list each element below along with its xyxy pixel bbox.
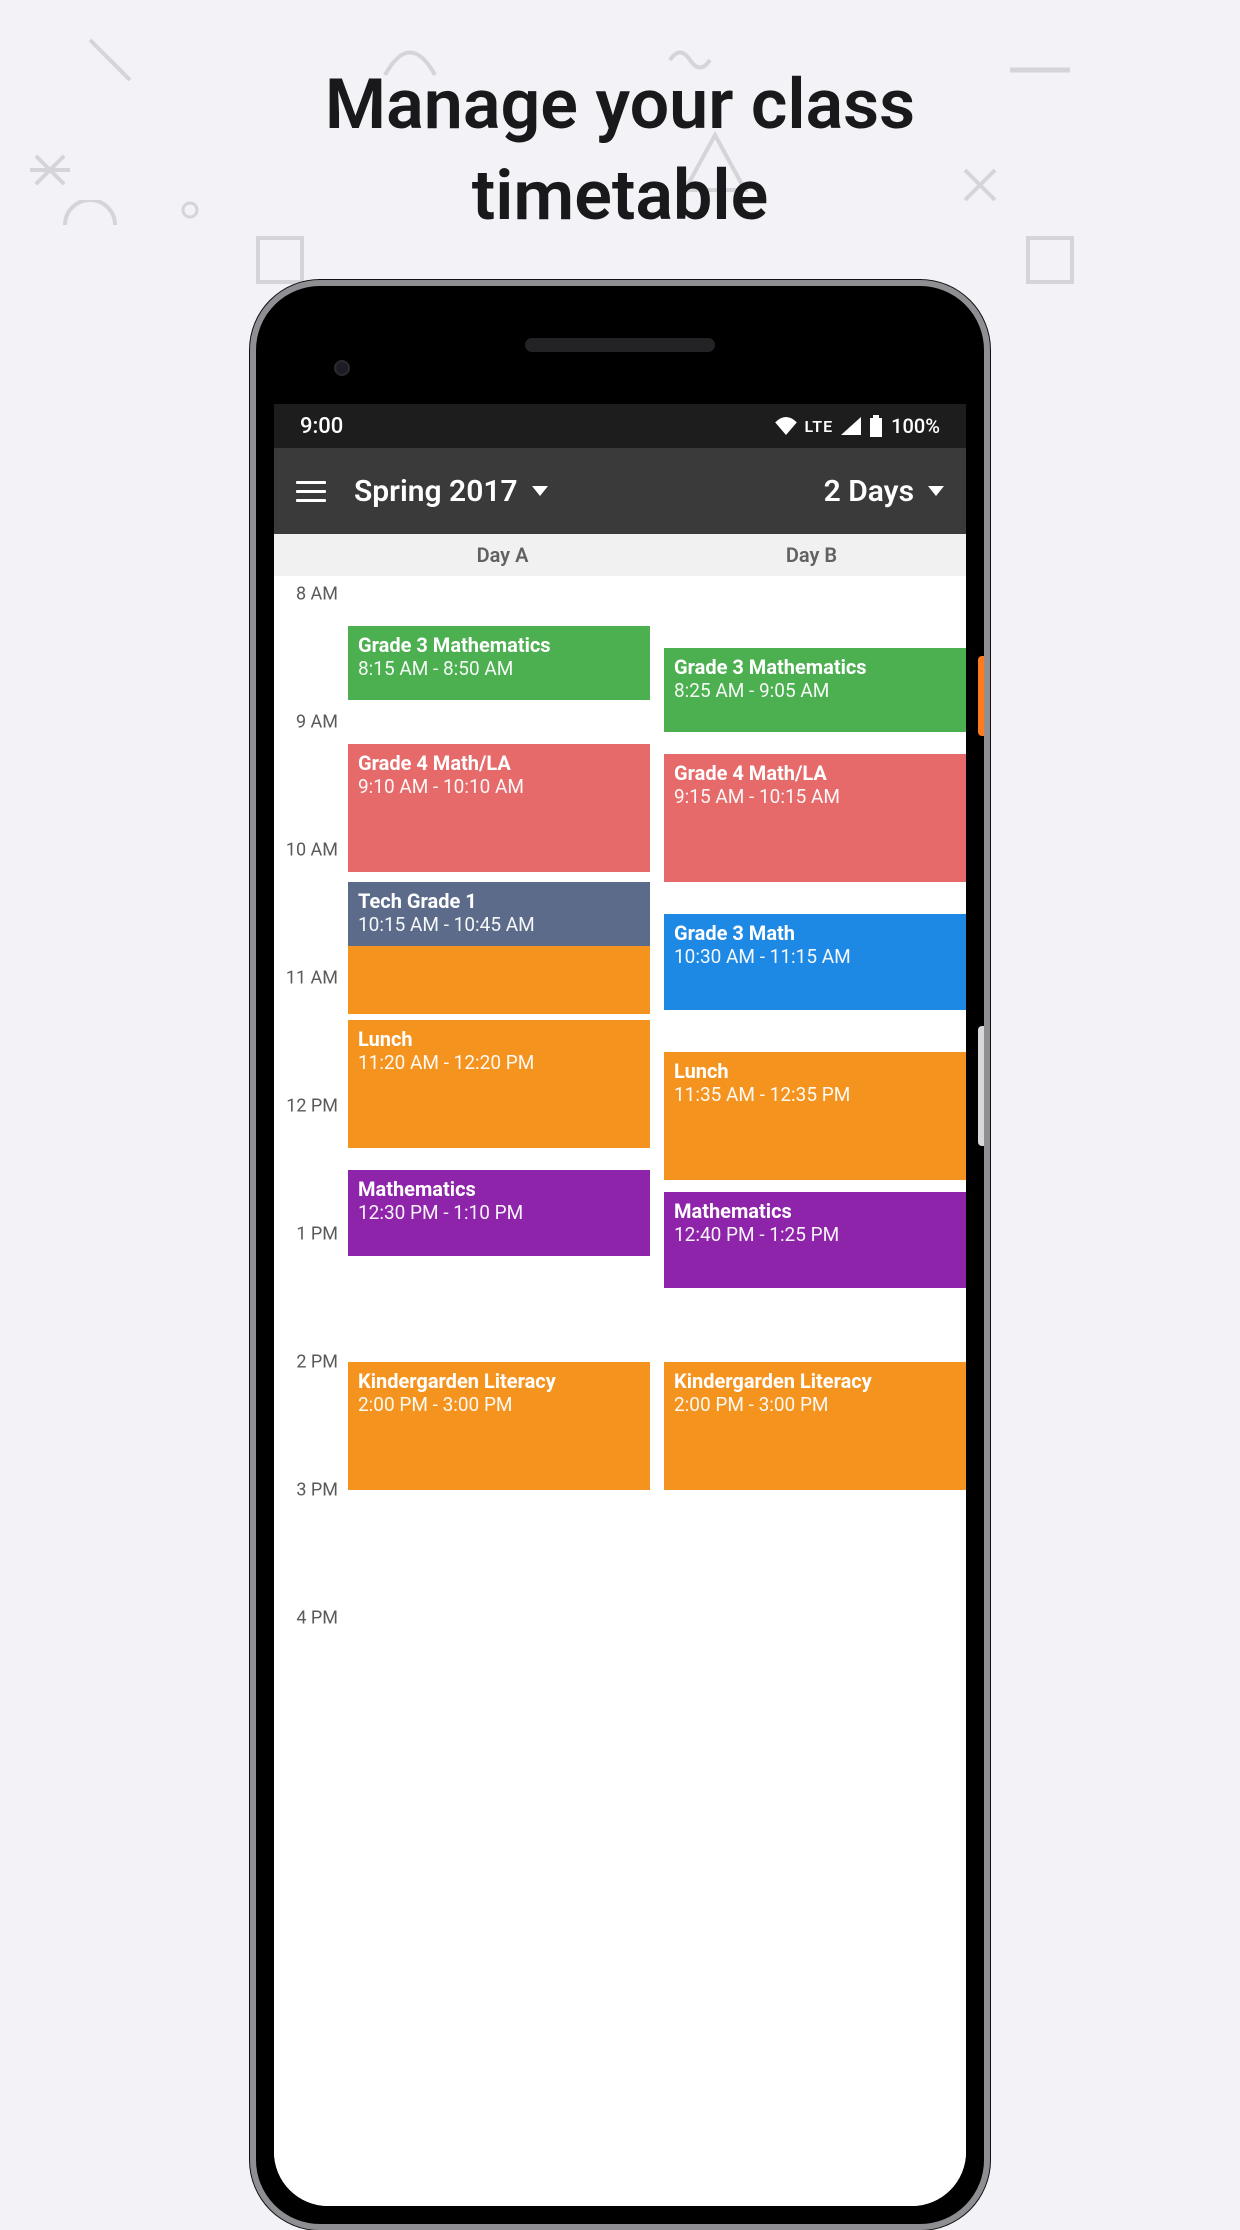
event-time: 9:10 AM - 10:10 AM bbox=[358, 775, 640, 800]
phone-volume-button bbox=[978, 1026, 988, 1146]
app-bar: Spring 2017 2 Days bbox=[274, 448, 966, 534]
event-block[interactable]: Grade 4 Math/LA9:10 AM - 10:10 AM bbox=[348, 744, 650, 872]
event-time: 11:35 AM - 12:35 PM bbox=[674, 1083, 956, 1108]
hour-label: 8 AM bbox=[296, 584, 338, 605]
event-time: 2:00 PM - 3:00 PM bbox=[358, 1393, 640, 1418]
headline-line2: timetable bbox=[0, 151, 1240, 242]
phone-speaker bbox=[525, 338, 715, 352]
phone-camera bbox=[334, 360, 350, 376]
event-block[interactable]: Grade 4 Math/LA9:15 AM - 10:15 AM bbox=[664, 754, 966, 882]
headline: Manage your class timetable bbox=[0, 0, 1240, 242]
event-title: Grade 4 Math/LA bbox=[674, 762, 956, 785]
hour-label: 2 PM bbox=[296, 1352, 338, 1373]
hour-label: 11 AM bbox=[286, 968, 338, 989]
event-time: 11:20 AM - 12:20 PM bbox=[358, 1051, 640, 1076]
event-title: Lunch bbox=[674, 1060, 956, 1083]
chevron-down-icon bbox=[532, 486, 548, 496]
event-time: 10:15 AM - 10:45 AM bbox=[358, 913, 640, 938]
event-title: Kindergarden Literacy bbox=[358, 1370, 640, 1393]
event-title: Grade 3 Mathematics bbox=[358, 634, 640, 657]
battery-icon bbox=[869, 415, 883, 437]
event-block[interactable]: Mathematics12:40 PM - 1:25 PM bbox=[664, 1192, 966, 1288]
event-block[interactable]: Grade 3 Mathematics8:15 AM - 8:50 AM bbox=[348, 626, 650, 700]
event-title: Grade 3 Math bbox=[674, 922, 956, 945]
event-title: Lunch bbox=[358, 1028, 640, 1051]
event-block[interactable]: Grade 3 Math10:30 AM - 11:15 AM bbox=[664, 914, 966, 1010]
hour-label: 12 PM bbox=[286, 1096, 338, 1117]
status-icons: LTE 100% bbox=[775, 414, 940, 438]
headline-line1: Manage your class bbox=[0, 60, 1240, 151]
term-label: Spring 2017 bbox=[354, 474, 518, 509]
view-label: 2 Days bbox=[824, 474, 914, 509]
event-time: 8:25 AM - 9:05 AM bbox=[674, 679, 956, 704]
event-time: 10:30 AM - 11:15 AM bbox=[674, 945, 956, 970]
signal-icon bbox=[841, 417, 861, 435]
event-title: Mathematics bbox=[674, 1200, 956, 1223]
menu-icon[interactable] bbox=[296, 481, 326, 502]
hour-label: 10 AM bbox=[286, 840, 338, 861]
event-block[interactable]: Grade 3 Mathematics8:25 AM - 9:05 AM bbox=[664, 648, 966, 732]
screen: 9:00 LTE 100% Spring 2017 bbox=[274, 404, 966, 2206]
event-time: 12:40 PM - 1:25 PM bbox=[674, 1223, 956, 1248]
event-time: 2:00 PM - 3:00 PM bbox=[674, 1393, 956, 1418]
timetable-grid[interactable]: 8 AM9 AM10 AM11 AM12 PM1 PM2 PM3 PM4 PM … bbox=[274, 576, 966, 2206]
event-block[interactable]: Lunch11:35 AM - 12:35 PM bbox=[664, 1052, 966, 1180]
view-dropdown[interactable]: 2 Days bbox=[824, 474, 944, 509]
term-dropdown[interactable]: Spring 2017 bbox=[354, 474, 548, 509]
phone-frame: 9:00 LTE 100% Spring 2017 bbox=[250, 280, 990, 2230]
event-block[interactable]: Kindergarden Literacy2:00 PM - 3:00 PM bbox=[664, 1362, 966, 1490]
day-b-column[interactable]: Grade 3 Mathematics8:25 AM - 9:05 AMGrad… bbox=[664, 576, 966, 2206]
event-title: Tech Grade 1 bbox=[358, 890, 640, 913]
event-title: Grade 4 Math/LA bbox=[358, 752, 640, 775]
battery-percent: 100% bbox=[891, 414, 940, 438]
hour-label: 1 PM bbox=[296, 1224, 338, 1245]
day-a-column[interactable]: Grade 3 Mathematics8:15 AM - 8:50 AMGrad… bbox=[348, 576, 650, 2206]
event-title: Grade 3 Mathematics bbox=[674, 656, 956, 679]
event-time: 12:30 PM - 1:10 PM bbox=[358, 1201, 640, 1226]
hour-label: 9 AM bbox=[296, 712, 338, 733]
event-block[interactable]: Lunch11:20 AM - 12:20 PM bbox=[348, 1020, 650, 1148]
chevron-down-icon bbox=[928, 486, 944, 496]
wifi-icon bbox=[775, 417, 797, 435]
day-a-header: Day A bbox=[348, 543, 657, 567]
event-time: 9:15 AM - 10:15 AM bbox=[674, 785, 956, 810]
day-b-header: Day B bbox=[657, 543, 966, 567]
event-block[interactable]: Mathematics12:30 PM - 1:10 PM bbox=[348, 1170, 650, 1256]
lte-label: LTE bbox=[805, 417, 834, 436]
event-block[interactable]: Tech Grade 110:15 AM - 10:45 AM bbox=[348, 882, 650, 946]
hour-label: 4 PM bbox=[296, 1608, 338, 1629]
event-block[interactable]: Kindergarden Literacy2:00 PM - 3:00 PM bbox=[348, 1362, 650, 1490]
day-header: Day A Day B bbox=[274, 534, 966, 576]
event-time: 8:15 AM - 8:50 AM bbox=[358, 657, 640, 682]
phone-power-button bbox=[978, 656, 988, 736]
status-bar: 9:00 LTE 100% bbox=[274, 404, 966, 448]
event-block[interactable] bbox=[348, 946, 650, 1014]
hour-label: 3 PM bbox=[296, 1480, 338, 1501]
event-title: Mathematics bbox=[358, 1178, 640, 1201]
event-title: Kindergarden Literacy bbox=[674, 1370, 956, 1393]
status-time: 9:00 bbox=[300, 414, 343, 439]
